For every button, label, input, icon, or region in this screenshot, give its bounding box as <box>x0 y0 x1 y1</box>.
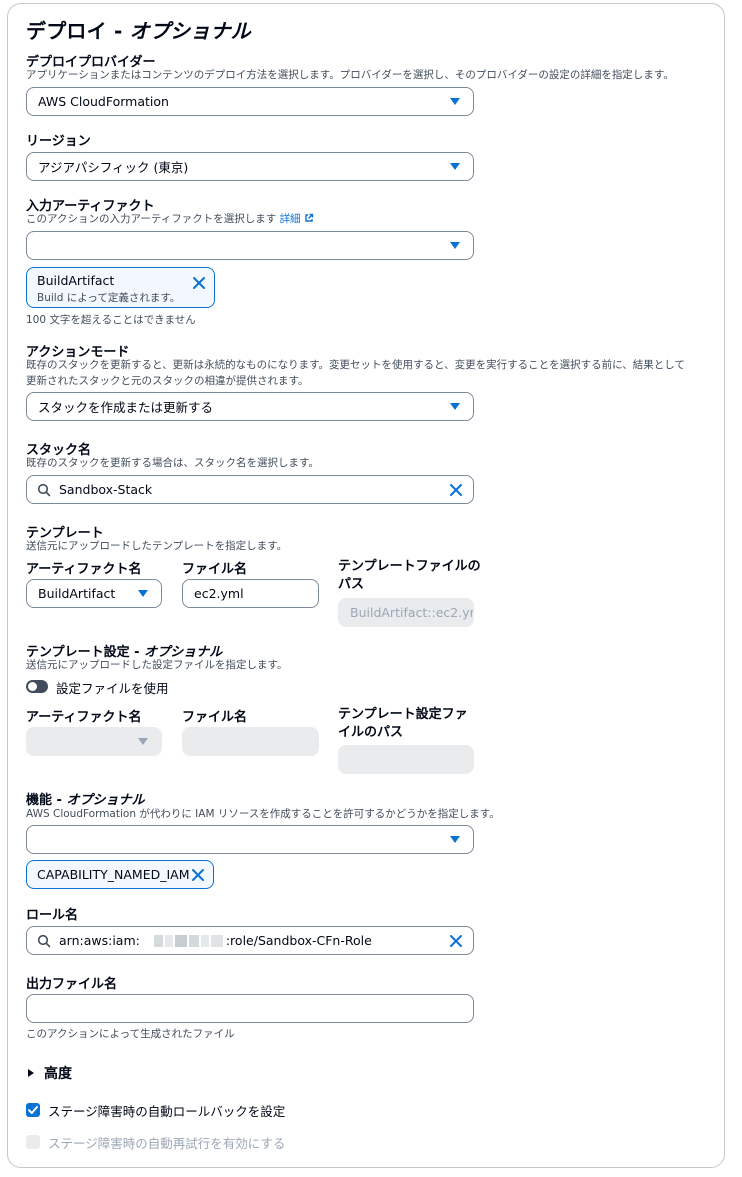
provider-select[interactable]: AWS CloudFormation <box>26 87 474 116</box>
template-desc: 送信元にアップロードしたテンプレートを指定します。 <box>26 540 288 552</box>
advanced-expander[interactable]: 高度 <box>26 1063 72 1083</box>
caret-down-icon <box>450 242 460 249</box>
capability-token-name: CAPABILITY_NAMED_IAM <box>37 867 190 882</box>
input-artifacts-limit: 100 文字を超えることはできません <box>26 314 196 326</box>
external-link-icon <box>305 213 314 222</box>
config-artifact-label: アーティファクト名 <box>26 710 142 725</box>
role-arn-prefix: arn:aws:iam: <box>59 933 140 948</box>
input-artifacts-select[interactable] <box>26 231 474 260</box>
learn-more-link[interactable]: 詳細 <box>280 213 314 225</box>
capabilities-select[interactable] <box>26 825 474 854</box>
caret-down-icon <box>450 403 460 410</box>
caret-down-icon <box>450 163 460 170</box>
action-mode-value: スタックを作成または更新する <box>38 400 214 415</box>
remove-token-icon[interactable] <box>192 276 206 290</box>
template-artifact-label: アーティファクト名 <box>26 562 142 577</box>
auto-rollback-label: ステージ障害時の自動ロールバックを設定 <box>48 1104 286 1119</box>
region-select[interactable]: アジアパシフィック (東京) <box>26 152 474 181</box>
config-file-label: ファイル名 <box>182 710 248 725</box>
provider-value: AWS CloudFormation <box>38 94 169 109</box>
template-file-label: ファイル名 <box>182 562 248 577</box>
caret-down-icon <box>450 98 460 105</box>
stack-name-desc: 既存のスタックを更新する場合は、スタック名を選択します。 <box>26 457 319 469</box>
region-value: アジアパシフィック (東京) <box>38 160 189 175</box>
action-mode-desc-1: 既存のスタックを更新すると、更新は永続的なものになります。変更セットを使用すると… <box>26 359 685 371</box>
stack-name-input[interactable]: Sandbox-Stack <box>26 475 474 504</box>
caret-right-icon <box>28 1069 34 1077</box>
template-path-value: BuildArtifact::ec2.yml <box>350 605 474 620</box>
search-icon <box>37 934 51 948</box>
role-name-input[interactable]: arn:aws:iam: :role/Sandbox-CFn-Role <box>26 926 474 955</box>
page-title: デプロイ - オプショナル <box>26 19 251 43</box>
config-path-input <box>338 745 474 774</box>
token-name: BuildArtifact <box>37 273 115 288</box>
auto-retry-checkbox <box>26 1135 40 1149</box>
config-file-toggle[interactable] <box>26 680 48 693</box>
caret-down-icon <box>450 836 460 843</box>
search-icon <box>37 483 51 497</box>
output-file-desc: このアクションによって生成されたファイル <box>26 1028 235 1040</box>
output-file-label: 出力ファイル名 <box>26 977 118 992</box>
auto-retry-label: ステージ障害時の自動再試行を有効にする <box>48 1136 286 1151</box>
config-file-toggle-label: 設定ファイルを使用 <box>56 681 169 696</box>
action-mode-desc-2: 更新されたスタックと元のスタックの相違が提供されます。 <box>26 375 309 387</box>
capabilities-desc: AWS CloudFormation が代わりに IAM リソースを作成すること… <box>26 808 500 820</box>
config-artifact-select <box>26 727 162 756</box>
artifact-token: BuildArtifact Build によって定義されます。 <box>26 267 215 308</box>
template-config-desc: 送信元にアップロードした設定ファイルを指定します。 <box>26 659 288 671</box>
auto-rollback-checkbox[interactable] <box>26 1103 40 1117</box>
template-path-input: BuildArtifact::ec2.yml <box>338 598 474 627</box>
config-file-input <box>182 727 319 756</box>
action-mode-select[interactable]: スタックを作成または更新する <box>26 392 474 421</box>
token-subtitle: Build によって定義されます。 <box>37 292 181 304</box>
template-artifact-value: BuildArtifact <box>38 586 116 601</box>
remove-token-icon[interactable] <box>191 868 205 882</box>
template-artifact-select[interactable]: BuildArtifact <box>26 579 162 608</box>
clear-icon[interactable] <box>449 483 463 497</box>
provider-desc: アプリケーションまたはコンテンツのデプロイ方法を選択します。プロバイダーを選択し… <box>26 69 674 81</box>
caret-down-icon <box>138 590 148 597</box>
redacted-account-id <box>153 934 223 947</box>
input-artifacts-desc: このアクションの入力アーティファクトを選択します 詳細 <box>26 211 314 227</box>
region-label: リージョン <box>26 134 91 149</box>
caret-down-icon <box>138 738 148 745</box>
role-name-label: ロール名 <box>26 908 79 923</box>
stack-name-value: Sandbox-Stack <box>59 482 153 497</box>
clear-icon[interactable] <box>449 934 463 948</box>
template-file-input[interactable]: ec2.yml <box>182 579 319 608</box>
capability-token: CAPABILITY_NAMED_IAM <box>26 860 214 889</box>
config-path-label: テンプレート設定ファ イルのパス <box>338 707 468 740</box>
template-file-value: ec2.yml <box>194 586 244 601</box>
advanced-label: 高度 <box>44 1066 72 1082</box>
role-arn-suffix: :role/Sandbox-CFn-Role <box>225 933 372 948</box>
template-path-label: テンプレートファイルの パス <box>338 559 481 592</box>
checkmark-icon <box>28 1106 38 1114</box>
output-file-input[interactable] <box>26 994 474 1023</box>
